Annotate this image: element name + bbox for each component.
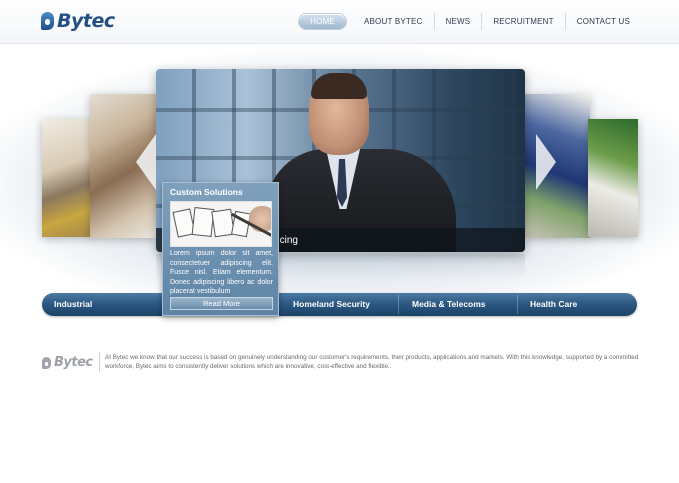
category-homeland-security[interactable]: Homeland Security xyxy=(293,293,370,316)
carousel-image-right-near[interactable] xyxy=(524,94,590,238)
carousel-prev-arrow-icon[interactable] xyxy=(136,134,156,190)
custom-solutions-panel: Custom Solutions Lorem ipsum dolor sit a… xyxy=(162,182,279,316)
footer-divider xyxy=(99,352,100,372)
logo-text: Bytec xyxy=(57,10,115,32)
sketch-drawing-image xyxy=(170,201,272,247)
logo[interactable]: Bytec xyxy=(41,10,115,32)
nav-contact-us[interactable]: CONTACT US xyxy=(566,13,641,30)
category-media-telecoms[interactable]: Media & Telecoms xyxy=(412,293,486,316)
nav-home[interactable]: HOME xyxy=(298,13,347,30)
bytec-logo-icon xyxy=(42,356,51,369)
main-nav: HOME ABOUT BYTEC NEWS RECRUITMENT CONTAC… xyxy=(298,13,641,30)
footer-logo-text: Bytec xyxy=(54,355,93,370)
businessman-hair xyxy=(311,73,367,99)
category-bar: Industrial Homeland Security Media & Tel… xyxy=(42,293,637,316)
carousel-image-right-far[interactable] xyxy=(588,119,638,237)
read-more-button[interactable]: Read More xyxy=(170,297,273,310)
hero-caption: cing xyxy=(279,235,298,246)
bytec-logo-icon xyxy=(41,12,54,30)
panel-description: Lorem ipsum dolor sit amet, consectetuer… xyxy=(170,250,273,295)
category-industrial[interactable]: Industrial xyxy=(54,293,92,316)
panel-title: Custom Solutions xyxy=(170,187,243,197)
category-divider xyxy=(398,295,399,314)
category-divider xyxy=(517,295,518,314)
site-header: Bytec HOME ABOUT BYTEC NEWS RECRUITMENT … xyxy=(0,0,679,44)
nav-recruitment[interactable]: RECRUITMENT xyxy=(482,13,566,30)
footer-about-text: At Bytec we know that our success is bas… xyxy=(105,354,639,370)
image-carousel: cing xyxy=(0,44,679,334)
footer-logo[interactable]: Bytec xyxy=(42,355,93,370)
nav-about-bytec[interactable]: ABOUT BYTEC xyxy=(353,13,435,30)
category-health-care[interactable]: Health Care xyxy=(530,293,577,316)
nav-news[interactable]: NEWS xyxy=(435,13,483,30)
carousel-image-left-far[interactable] xyxy=(42,119,92,237)
carousel-next-arrow-icon[interactable] xyxy=(536,134,556,190)
